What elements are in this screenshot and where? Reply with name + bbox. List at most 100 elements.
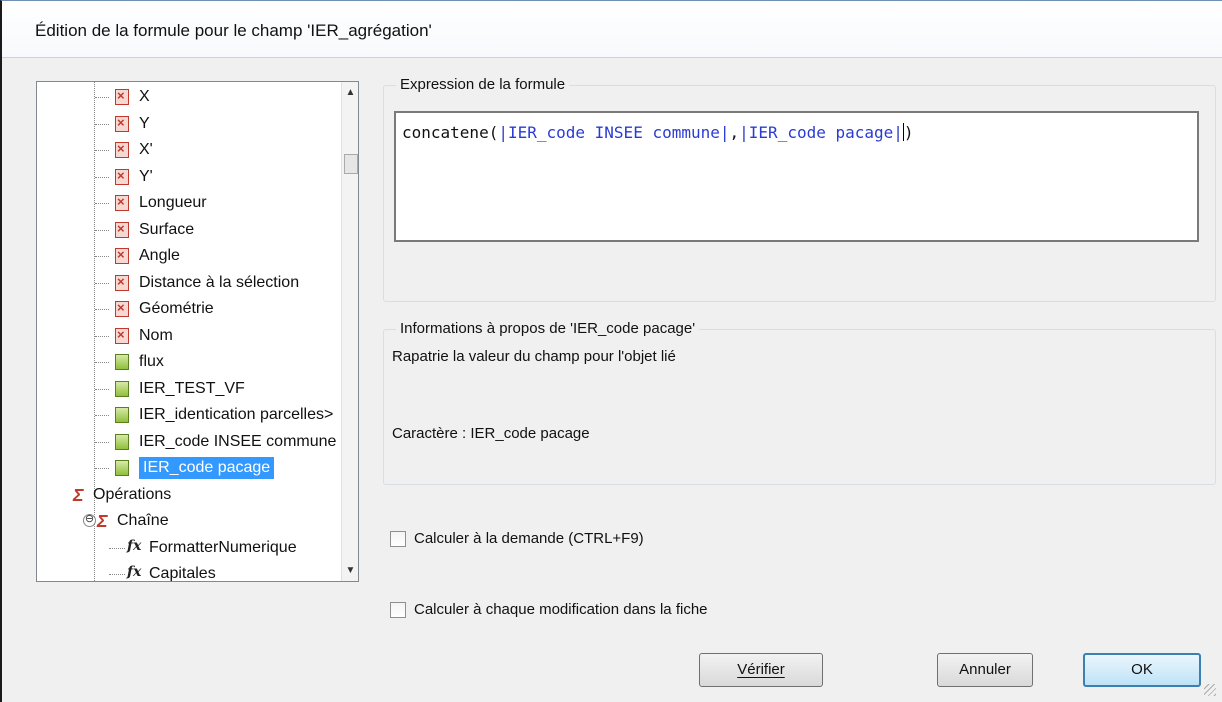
tree-item[interactable]: IER_code INSEE commune [37,429,341,455]
scroll-thumb[interactable] [344,154,358,174]
tree-connector [95,123,109,125]
tree-connector [95,203,109,204]
tree-connector [95,256,109,257]
ok-button[interactable]: OK [1083,653,1201,687]
red-field-icon [115,88,129,105]
red-field-icon [115,194,129,211]
red-field-icon [115,327,129,344]
tree-scrollbar[interactable]: ▲ ▼ [341,82,358,581]
formula-expression-input[interactable]: concatene(|IER_code INSEE commune|,|IER_… [394,111,1199,242]
title-bar[interactable]: Édition de la formule pour le champ 'IER… [2,1,1222,58]
scroll-up-arrow-icon[interactable]: ▲ [342,84,358,101]
red-field-icon [115,300,129,317]
fx-icon: fx [127,564,142,580]
tree-item[interactable]: Distance à la sélection [37,270,341,296]
tree-item[interactable]: fx FormatterNumerique [37,535,341,561]
tree-connector [95,97,109,98]
tree-item-label: Nom [139,326,173,344]
formula-separator: , [729,123,740,142]
tree-connector [95,150,109,151]
tree-connector [109,574,125,575]
tree-item[interactable]: X' [37,137,341,163]
expression-group-label: Expression de la formule [396,76,570,93]
sigma-icon: Σ [97,511,108,531]
tree-connector [95,468,109,469]
green-field-icon [115,460,129,476]
window-title: Édition de la formule pour le champ 'IER… [35,21,432,40]
info-group-label: Informations à propos de 'IER_code pacag… [396,320,700,337]
tree-item[interactable]: Géométrie [37,296,341,322]
tree-item[interactable]: Surface [37,217,341,243]
calc-on-demand-checkbox[interactable] [390,531,406,547]
tree-item[interactable]: ⊖ Σ Chaîne [37,508,341,534]
tree-item-label: FormatterNumerique [149,538,297,556]
green-field-icon [115,354,129,370]
green-field-icon [115,407,129,423]
tree-item[interactable]: fx Capitales [37,561,341,581]
formula-editor-dialog: Édition de la formule pour le champ 'IER… [0,0,1222,702]
formula-function: concatene( [402,123,499,142]
tree-item-label: Capitales [149,565,216,581]
tree-connector [95,415,109,416]
red-field-icon [115,221,129,238]
info-description: Rapatrie la valeur du champ pour l'objet… [392,348,676,365]
tree-item-label: X [139,88,150,105]
calc-on-demand-label[interactable]: Calculer à la demande (CTRL+F9) [414,530,644,547]
calc-on-change-label[interactable]: Calculer à chaque modification dans la f… [414,601,708,618]
tree-item[interactable]: IER_TEST_VF [37,376,341,402]
tree-connector [95,282,109,284]
tree-item-label: Distance à la sélection [139,273,300,291]
formula-field-ref-1: |IER_code INSEE commune| [498,123,730,142]
green-field-icon [115,380,129,397]
tree-item-label: X' [139,141,153,158]
tree-item-label: Opérations [93,485,172,503]
verify-button[interactable]: Vérifier [699,653,823,687]
red-field-icon [115,141,129,158]
tree-item[interactable]: Angle [37,243,341,269]
tree-item-label: Y' [139,167,153,185]
tree-item-label: IER_code pacage [139,457,275,479]
resize-grip-icon[interactable] [1204,684,1216,696]
formula-text: concatene(|IER_code INSEE commune|,|IER_… [402,123,914,142]
field-tree[interactable]: XY X' Y' Longueur Surface Angle Distance à la … [36,81,359,582]
red-field-icon [115,274,129,291]
tree-item[interactable]: Y [37,111,341,137]
tree-connector [95,362,109,363]
red-field-icon [115,115,129,132]
red-field-icon [115,168,129,185]
tree-item-label: Chaîne [117,512,169,529]
tree-item-label: Y [139,114,150,132]
tree-item-label: Surface [139,220,195,238]
red-field-icon [115,247,129,264]
fx-icon: fx [127,537,142,554]
cancel-button[interactable]: Annuler [937,653,1033,687]
tree-item[interactable]: X [37,84,341,110]
tree-item-label: IER_code INSEE commune [139,432,337,450]
tree-item-label: flux [139,353,164,370]
tree-item-label: Angle [139,247,180,264]
tree-item[interactable]: IER_identication parcelles> [37,402,341,428]
tree-item[interactable]: IER_code pacage [37,455,341,481]
formula-close-paren: ) [903,123,914,142]
tree-item-label: Longueur [139,194,207,211]
tree-items: XY X' Y' Longueur Surface Angle Distance à la … [37,82,341,581]
tree-item-label: Géométrie [139,300,214,317]
tree-connector [95,229,109,231]
tree-connector [95,335,109,337]
tree-item[interactable]: Y' [37,164,341,190]
tree-item[interactable]: Nom [37,323,341,349]
tree-connector [95,309,109,310]
tree-connector [95,441,109,443]
tree-connector [95,388,109,390]
tree-item[interactable]: Longueur [37,190,341,216]
tree-item-label: IER_TEST_VF [139,379,245,397]
formula-field-ref-2: |IER_code pacage| [739,123,903,142]
tree-item[interactable]: Σ Opérations [37,482,341,508]
calc-on-change-checkbox[interactable] [390,602,406,618]
scroll-down-arrow-icon[interactable]: ▼ [342,562,358,579]
tree-item[interactable]: flux [37,349,341,375]
tree-item-label: IER_identication parcelles> [139,406,334,423]
sigma-icon: Σ [73,484,84,505]
collapse-icon[interactable]: ⊖ [83,514,96,527]
tree-connector [109,547,125,549]
